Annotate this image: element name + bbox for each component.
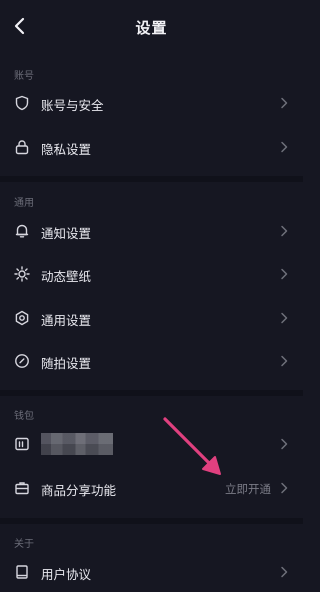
annotation-arrow xyxy=(163,417,221,475)
